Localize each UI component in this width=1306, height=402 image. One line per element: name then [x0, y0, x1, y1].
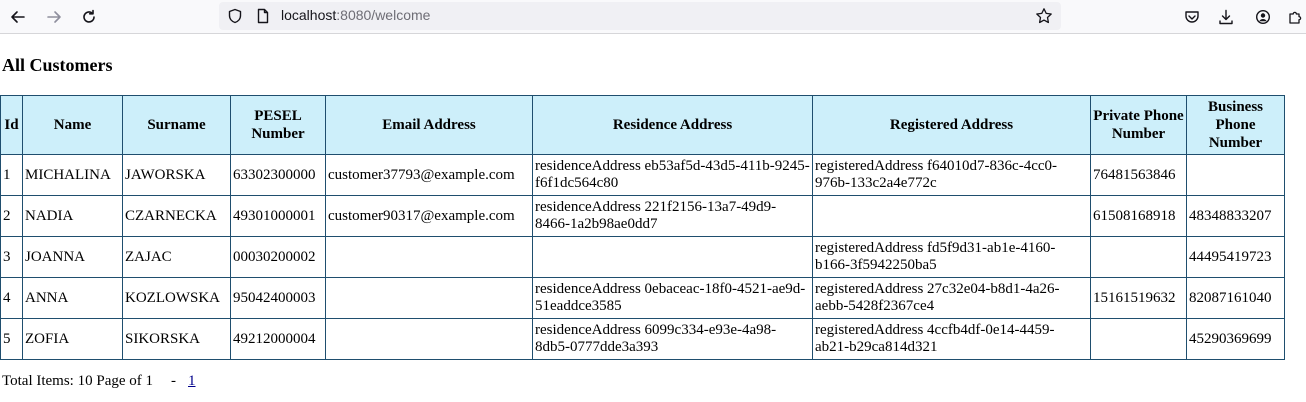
- cell-id: 3: [0, 236, 23, 278]
- column-header-private-phone: Private Phone Number: [1090, 95, 1187, 155]
- pagination-summary: Total Items: 10 Page of 1: [2, 373, 154, 389]
- cell-id: 1: [0, 154, 23, 196]
- column-header-pesel: PESEL Number: [230, 95, 326, 155]
- cell-surname: ZAJAC: [122, 236, 231, 278]
- cell-pesel: 49301000001: [230, 195, 326, 237]
- back-arrow-icon: [11, 11, 25, 23]
- cell-surname: SIKORSKA: [122, 318, 231, 360]
- cell-private-phone: 15161519632: [1090, 277, 1187, 319]
- table-row: 4 ANNA KOZLOWSKA 95042400003 residenceAd…: [0, 277, 1285, 319]
- reload-icon: [83, 9, 95, 23]
- column-header-id: Id: [0, 95, 23, 155]
- cell-email: customer90317@example.com: [325, 195, 533, 237]
- table-row: 5 ZOFIA SIKORSKA 49212000004 residenceAd…: [0, 318, 1285, 360]
- cell-private-phone: 61508168918: [1090, 195, 1187, 237]
- cell-name: ZOFIA: [22, 318, 123, 360]
- reload-button[interactable]: [78, 6, 100, 28]
- cell-residence-address: residenceAddress eb53af5d-43d5-411b-9245…: [532, 154, 813, 196]
- cell-name: NADIA: [22, 195, 123, 237]
- cell-business-phone: 48348833207: [1186, 195, 1285, 237]
- cell-residence-address: residenceAddress 0ebaceac-18f0-4521-ae9d…: [532, 277, 813, 319]
- cell-business-phone: 45290369699: [1186, 318, 1285, 360]
- cell-pesel: 95042400003: [230, 277, 326, 319]
- url-text[interactable]: localhost:8080/welcome: [281, 7, 430, 23]
- back-button[interactable]: [7, 6, 29, 28]
- cell-registered-address: registeredAddress f64010d7-836c-4cc0-976…: [812, 154, 1091, 196]
- table-header-row: Id Name Surname PESEL Number Email Addre…: [0, 95, 1285, 155]
- cell-business-phone: 44495419723: [1186, 236, 1285, 278]
- cell-residence-address: residenceAddress 6099c334-e93e-4a98-8db5…: [532, 318, 813, 360]
- column-header-email: Email Address: [325, 95, 533, 155]
- customers-table: Id Name Surname PESEL Number Email Addre…: [0, 95, 1285, 360]
- cell-pesel: 49212000004: [230, 318, 326, 360]
- url-path: :8080/welcome: [336, 7, 431, 23]
- cell-name: ANNA: [22, 277, 123, 319]
- forward-button[interactable]: [43, 6, 65, 28]
- cell-business-phone: [1186, 154, 1285, 196]
- cell-id: 4: [0, 277, 23, 319]
- cell-residence-address: residenceAddress 221f2156-13a7-49d9-8466…: [532, 195, 813, 237]
- cell-private-phone: [1090, 236, 1187, 278]
- cell-registered-address: registeredAddress 4ccfb4df-0e14-4459-ab2…: [812, 318, 1091, 360]
- column-header-registered-address: Registered Address: [812, 95, 1091, 155]
- cell-private-phone: 76481563846: [1090, 154, 1187, 196]
- cell-private-phone: [1090, 318, 1187, 360]
- cell-name: JOANNA: [22, 236, 123, 278]
- table-row: 3 JOANNA ZAJAC 00030200002 registeredAdd…: [0, 236, 1285, 278]
- url-host: localhost: [281, 7, 337, 23]
- extensions-icon[interactable]: [1286, 6, 1306, 28]
- cell-surname: CZARNECKA: [122, 195, 231, 237]
- cell-residence-address: [532, 236, 813, 278]
- account-icon[interactable]: [1253, 6, 1273, 28]
- browser-toolbar: localhost:8080/welcome: [0, 0, 1306, 34]
- cell-pesel: 63302300000: [230, 154, 326, 196]
- column-header-business-phone: Business Phone Number: [1186, 95, 1285, 155]
- bookmark-star-icon[interactable]: [1034, 6, 1054, 26]
- column-header-name: Name: [22, 95, 123, 155]
- cell-email: [325, 318, 533, 360]
- cell-email: [325, 277, 533, 319]
- cell-registered-address: registeredAddress fd5f9d31-ab1e-4160-b16…: [812, 236, 1091, 278]
- cell-registered-address: registeredAddress 27c32e04-b8d1-4a26-aeb…: [812, 277, 1091, 319]
- page-info-icon[interactable]: [253, 6, 273, 26]
- address-bar[interactable]: localhost:8080/welcome: [219, 2, 1061, 30]
- cell-surname: KOZLOWSKA: [122, 277, 231, 319]
- cell-id: 2: [0, 195, 23, 237]
- table-row: 2 NADIA CZARNECKA 49301000001 customer90…: [0, 195, 1285, 237]
- column-header-residence-address: Residence Address: [532, 95, 813, 155]
- cell-business-phone: 82087161040: [1186, 277, 1285, 319]
- column-header-surname: Surname: [122, 95, 231, 155]
- cell-pesel: 00030200002: [230, 236, 326, 278]
- downloads-icon[interactable]: [1216, 6, 1236, 28]
- pocket-icon[interactable]: [1182, 6, 1202, 28]
- cell-registered-address: [812, 195, 1091, 237]
- cell-surname: JAWORSKA: [122, 154, 231, 196]
- cell-email: [325, 236, 533, 278]
- shield-icon[interactable]: [225, 6, 245, 26]
- forward-arrow-icon: [47, 11, 61, 23]
- cell-name: MICHALINA: [22, 154, 123, 196]
- page-title: All Customers: [2, 55, 113, 75]
- pagination-footer: Total Items: 10 Page of 1 -1: [2, 373, 196, 390]
- cell-id: 5: [0, 318, 23, 360]
- table-row: 1 MICHALINA JAWORSKA 63302300000 custome…: [0, 154, 1285, 196]
- pagination-separator: -: [171, 373, 177, 389]
- cell-email: customer37793@example.com: [325, 154, 533, 196]
- page-link-1[interactable]: 1: [188, 373, 196, 389]
